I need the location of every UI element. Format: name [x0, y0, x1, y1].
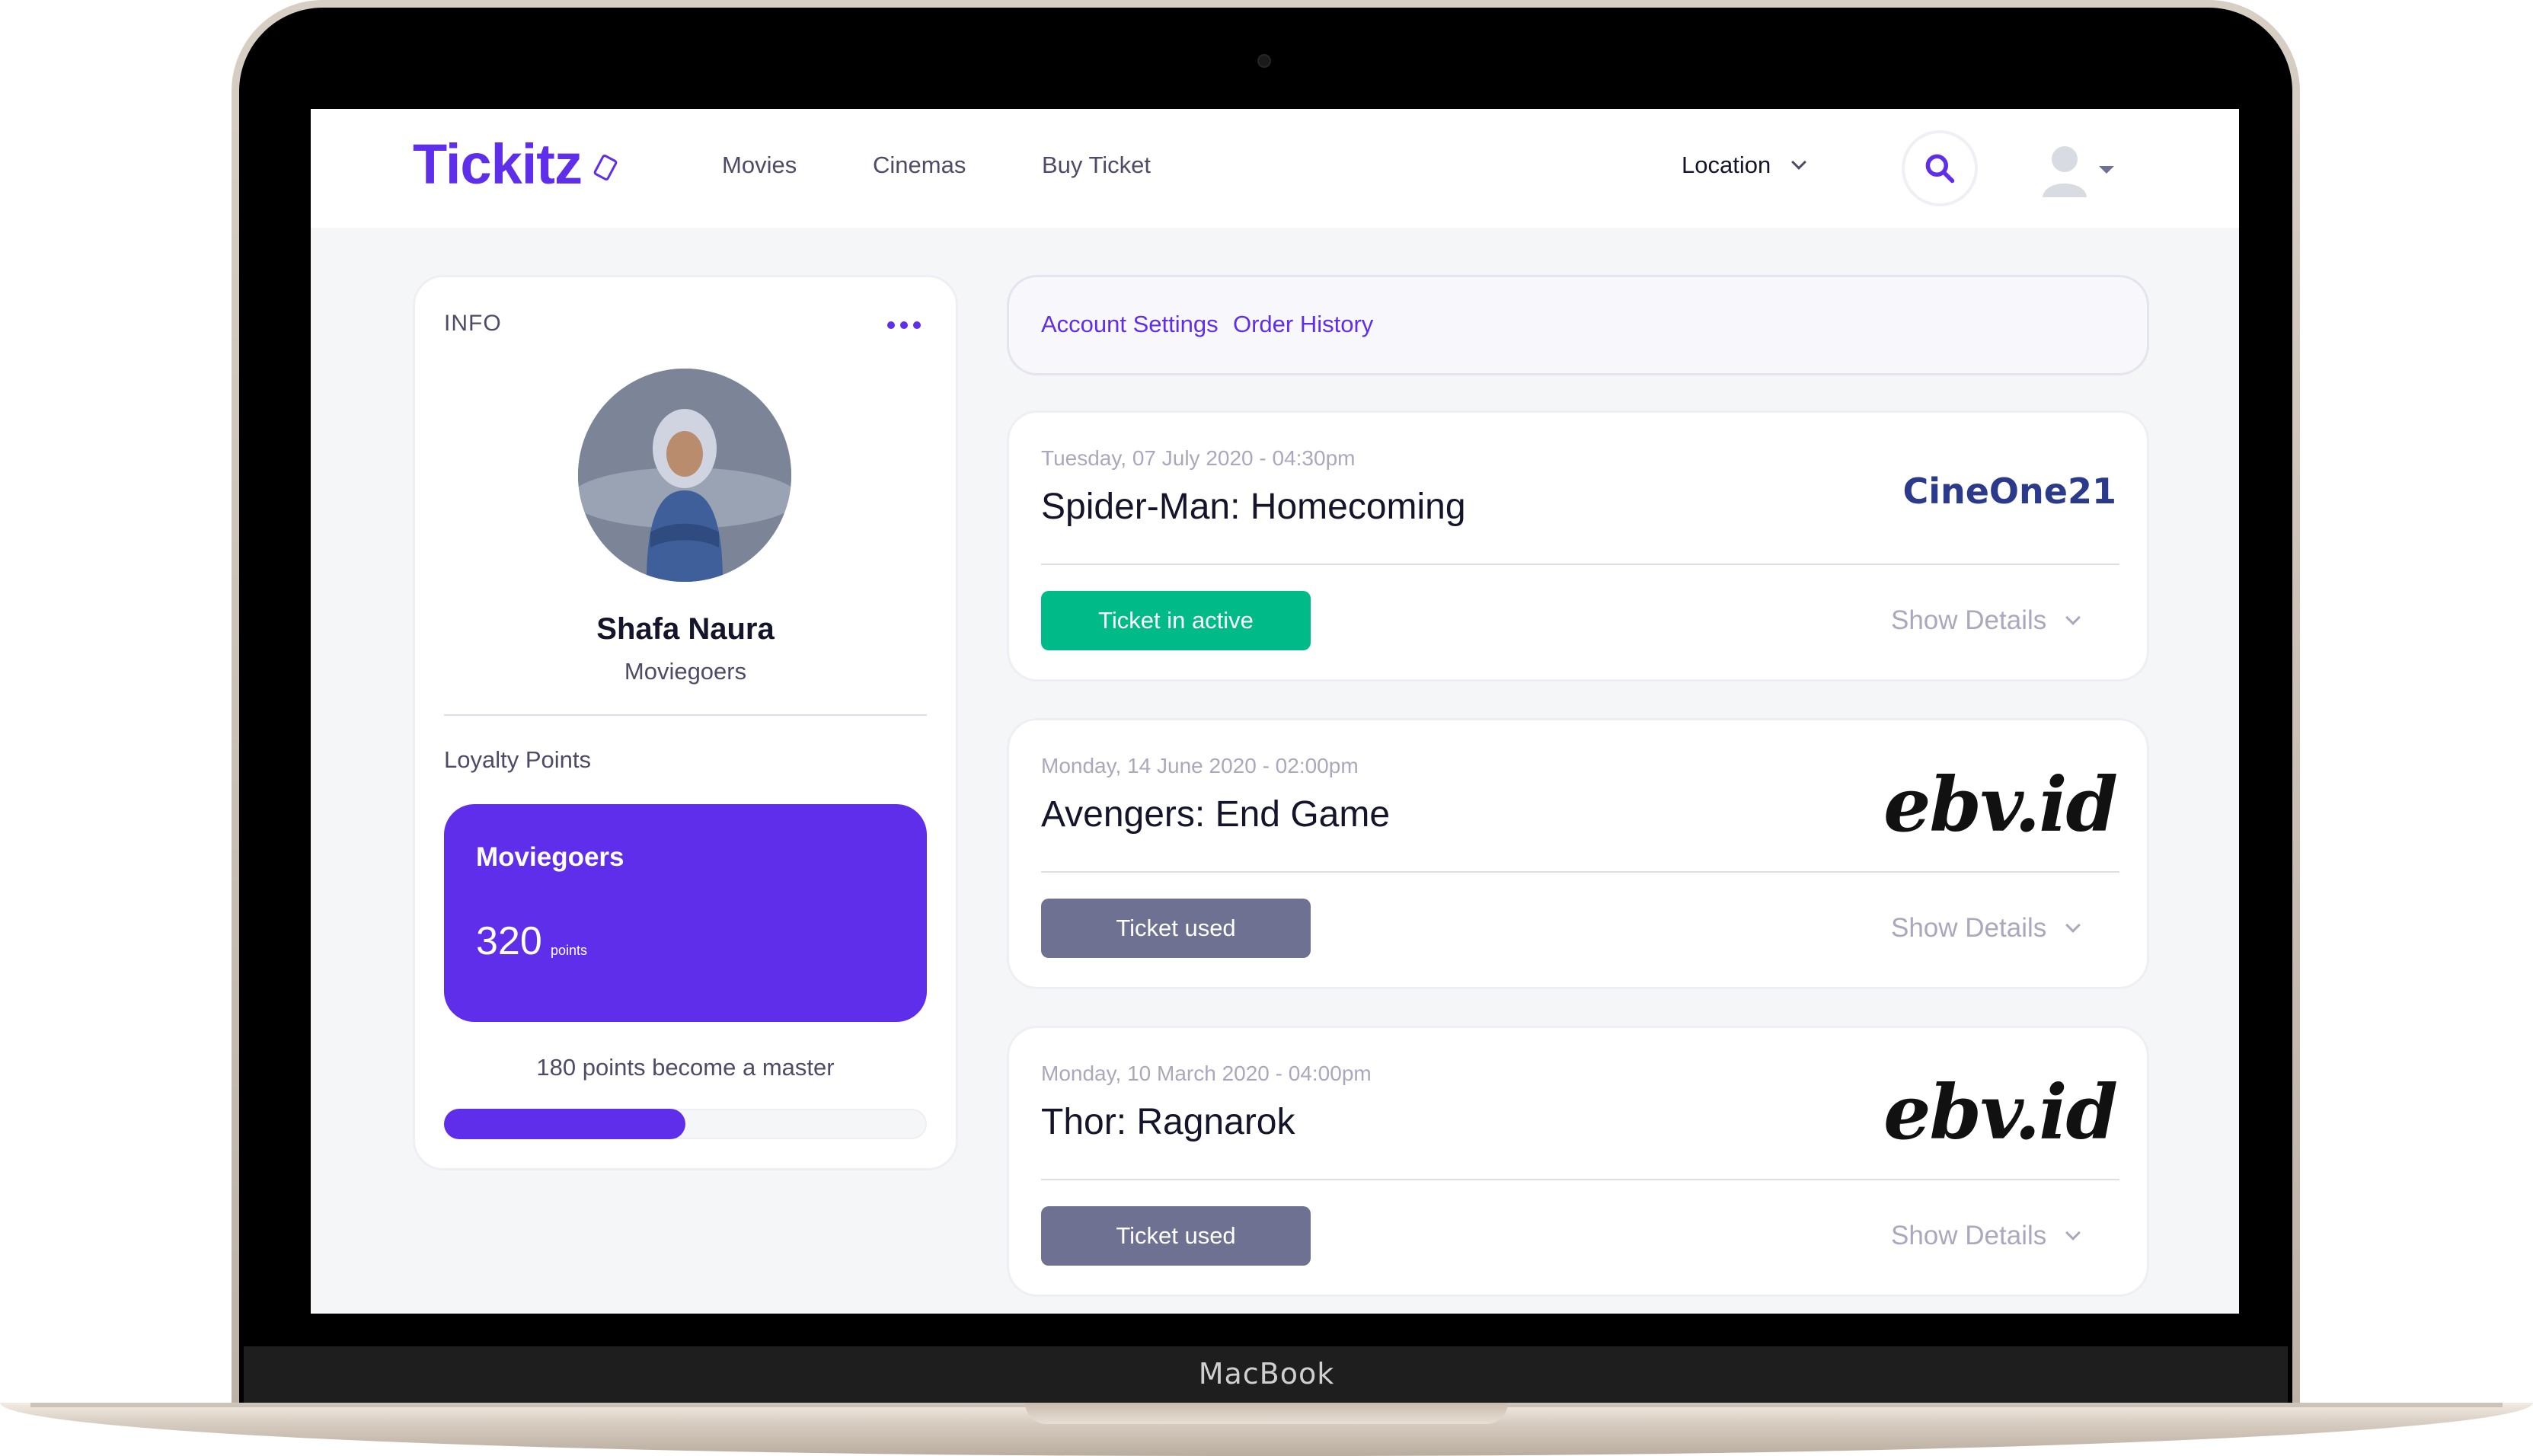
- dot: [887, 321, 895, 329]
- order-title: Spider-Man: Homecoming: [1041, 487, 1466, 527]
- order-card: Tuesday, 07 July 2020 - 04:30pm Spider-M…: [1007, 410, 2149, 682]
- more-options-icon[interactable]: [887, 321, 921, 329]
- dot: [913, 321, 921, 329]
- device-label: MacBook: [1198, 1357, 1335, 1391]
- order-date: Monday, 10 March 2020 - 04:00pm: [1041, 1062, 1372, 1085]
- search-button[interactable]: [1902, 130, 1978, 206]
- divider: [1041, 564, 2119, 565]
- tab-order-history[interactable]: Order History: [1233, 311, 1373, 338]
- order-date: Tuesday, 07 July 2020 - 04:30pm: [1041, 446, 1356, 470]
- show-details-label: Show Details: [1891, 1221, 2047, 1250]
- cinema-logo: ebv.id: [1883, 762, 2118, 849]
- laptop-notch: [1025, 1403, 1508, 1424]
- location-label: Location: [1682, 152, 1771, 178]
- nav-movies[interactable]: Movies: [722, 152, 797, 179]
- info-title: INFO: [444, 311, 502, 336]
- chevron-down-icon: [1791, 155, 1807, 170]
- loyalty-tier: Moviegoers: [476, 842, 624, 872]
- caret-down-icon: [2099, 166, 2114, 174]
- divider: [1041, 871, 2119, 873]
- profile-menu[interactable]: [2041, 141, 2114, 199]
- divider: [444, 714, 927, 716]
- chevron-down-icon: [2065, 610, 2081, 625]
- ticket-status-button[interactable]: Ticket in active: [1041, 591, 1311, 650]
- progress-fill: [444, 1109, 685, 1139]
- profile-photo-figure: [578, 369, 791, 582]
- show-details-button[interactable]: Show Details: [1891, 911, 2081, 946]
- divider: [1041, 1179, 2119, 1180]
- tabs-card: Account Settings Order History: [1007, 275, 2149, 375]
- profile-photo: [578, 369, 791, 582]
- chevron-down-icon: [2065, 1225, 2081, 1240]
- progress-text: 180 points become a master: [536, 1054, 835, 1081]
- loyalty-points-unit: points: [551, 943, 588, 958]
- loyalty-label: Loyalty Points: [444, 746, 591, 773]
- dot: [900, 321, 908, 329]
- ticket-icon: [593, 153, 618, 182]
- location-dropdown[interactable]: Location: [1682, 142, 1807, 188]
- ticket-status-button[interactable]: Ticket used: [1041, 1206, 1311, 1266]
- nav-cinemas[interactable]: Cinemas: [873, 152, 966, 179]
- profile-role: Moviegoers: [624, 658, 747, 685]
- camera-icon: [1257, 54, 1271, 68]
- order-title: Avengers: End Game: [1041, 794, 1391, 835]
- cinema-logo: ebv.id: [1883, 1069, 2118, 1157]
- tab-account-settings[interactable]: Account Settings: [1041, 311, 1219, 338]
- info-card: INFO Shafa Naura Moviegoers Loyalty Poin…: [413, 275, 958, 1170]
- laptop-frame: MacBook Tickitz Movies Cinemas Buy Ticke…: [0, 0, 2533, 1456]
- show-details-button[interactable]: Show Details: [1891, 603, 2081, 638]
- show-details-label: Show Details: [1891, 913, 2047, 943]
- show-details-label: Show Details: [1891, 605, 2047, 635]
- logo[interactable]: Tickitz: [413, 132, 583, 196]
- navbar: Tickitz Movies Cinemas Buy Ticket Locati…: [311, 109, 2239, 228]
- order-card: Monday, 14 June 2020 - 02:00pm Avengers:…: [1007, 718, 2149, 989]
- loyalty-points: 320: [476, 919, 542, 963]
- nav-buy-ticket[interactable]: Buy Ticket: [1042, 152, 1151, 179]
- profile-name: Shafa Naura: [596, 612, 775, 646]
- order-card: Monday, 10 March 2020 - 04:00pm Thor: Ra…: [1007, 1026, 2149, 1297]
- search-icon: [1925, 154, 1955, 184]
- user-avatar-icon: [2043, 146, 2087, 197]
- chevron-down-icon: [2065, 918, 2081, 933]
- loyalty-card: Moviegoers 320 points: [444, 804, 927, 1022]
- screen: Tickitz Movies Cinemas Buy Ticket Locati…: [311, 109, 2239, 1314]
- order-title: Thor: Ragnarok: [1041, 1102, 1295, 1142]
- show-details-button[interactable]: Show Details: [1891, 1218, 2081, 1253]
- order-date: Monday, 14 June 2020 - 02:00pm: [1041, 754, 1359, 777]
- ticket-status-button[interactable]: Ticket used: [1041, 899, 1311, 958]
- cinema-logo: CineOne21: [1902, 471, 2116, 512]
